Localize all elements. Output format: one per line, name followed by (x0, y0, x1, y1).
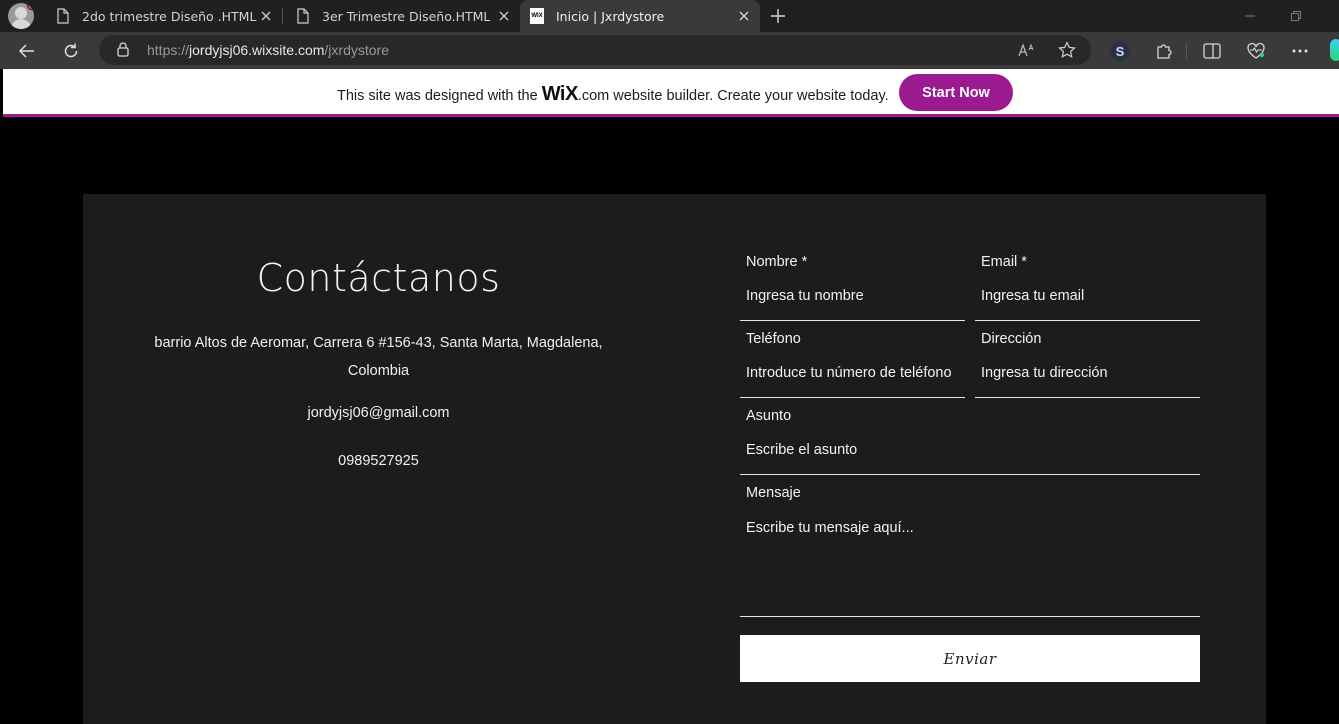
minimize-icon[interactable] (1227, 0, 1273, 32)
phone-field[interactable]: Teléfono Introduce tu número de teléfono (740, 323, 965, 398)
contact-section: Contáctanos barrio Altos de Aeromar, Car… (83, 194, 1266, 724)
wix-logo[interactable]: WiX (542, 83, 579, 105)
back-arrow-icon[interactable] (12, 36, 42, 66)
copilot-icon[interactable] (1330, 39, 1339, 61)
close-tab-icon[interactable] (258, 8, 274, 24)
contact-phone: 0989527925 (338, 453, 419, 469)
tab-title: 3er Trimestre Diseño.HTML (322, 8, 491, 24)
wix-banner-text: This site was designed with the WiX.com … (337, 83, 889, 105)
tab-title: Inicio | Jxrdystore (556, 8, 665, 24)
email-label: Email * (981, 254, 1027, 270)
message-label: Mensaje (746, 485, 801, 501)
email-field[interactable]: Email * Ingresa tu email (975, 246, 1200, 321)
browser-toolbar: https://jordyjsj06.wixsite.com/jxrdystor… (0, 32, 1339, 69)
more-options-icon[interactable] (1285, 36, 1315, 66)
start-now-button[interactable]: Start Now (899, 74, 1013, 111)
lock-icon[interactable] (117, 42, 129, 61)
message-field[interactable]: Mensaje Escribe tu mensaje aquí... (740, 477, 1200, 617)
name-field[interactable]: Nombre * Ingresa tu nombre (740, 246, 965, 321)
close-tab-icon[interactable] (736, 8, 752, 24)
browser-tab-bar: 2do trimestre Diseño .HTML 3er Trimestre… (0, 0, 1339, 32)
name-input[interactable]: Ingresa tu nombre (746, 288, 961, 304)
read-aloud-icon[interactable] (1017, 40, 1037, 60)
browser-essentials-heart-icon[interactable] (1241, 36, 1271, 66)
phone-label: Teléfono (746, 331, 801, 347)
subject-field[interactable]: Asunto Escribe el asunto (740, 400, 1200, 475)
close-tab-icon[interactable] (496, 8, 512, 24)
browser-tab-1[interactable]: 2do trimestre Diseño .HTML (42, 0, 282, 32)
new-tab-plus-icon[interactable] (766, 4, 790, 28)
message-textarea[interactable]: Escribe tu mensaje aquí... (746, 520, 1196, 536)
extension-s-icon[interactable]: S (1105, 36, 1135, 66)
address-bar[interactable]: https://jordyjsj06.wixsite.com/jxrdystor… (99, 35, 1091, 65)
page-icon (56, 8, 70, 24)
page-viewport: This site was designed with the WiX.com … (3, 69, 1339, 724)
contact-title: Contáctanos (256, 256, 501, 300)
profile-avatar-icon[interactable] (8, 3, 34, 29)
browser-tab-active[interactable]: WIX Inicio | Jxrdystore (520, 0, 760, 32)
name-label: Nombre * (746, 254, 808, 270)
restore-icon[interactable] (1273, 0, 1319, 32)
notification-dot (27, 3, 34, 10)
close-window-icon[interactable] (1319, 0, 1339, 32)
favorite-star-icon[interactable] (1057, 40, 1077, 60)
address-field[interactable]: Dirección Ingresa tu dirección (975, 323, 1200, 398)
email-input[interactable]: Ingresa tu email (981, 288, 1196, 304)
address-input[interactable]: Ingresa tu dirección (981, 365, 1196, 381)
subject-input[interactable]: Escribe el asunto (746, 442, 1196, 458)
contact-address: barrio Altos de Aeromar, Carrera 6 #156-… (154, 335, 603, 379)
extensions-puzzle-icon[interactable] (1149, 36, 1179, 66)
page-icon (296, 8, 310, 24)
tab-title: 2do trimestre Diseño .HTML (82, 8, 257, 24)
wix-favicon-icon: WIX (530, 8, 544, 24)
refresh-icon[interactable] (56, 36, 86, 66)
url-text: https://jordyjsj06.wixsite.com/jxrdystor… (147, 42, 389, 58)
browser-tab-2[interactable]: 3er Trimestre Diseño.HTML (282, 0, 520, 32)
address-label: Dirección (981, 331, 1042, 347)
wix-banner: This site was designed with the WiX.com … (3, 69, 1339, 117)
subject-label: Asunto (746, 408, 792, 424)
send-button[interactable]: Enviar (740, 635, 1200, 682)
phone-input[interactable]: Introduce tu número de teléfono (746, 365, 961, 381)
contact-email[interactable]: jordyjsj06@gmail.com (83, 405, 674, 421)
split-screen-icon[interactable] (1197, 36, 1227, 66)
